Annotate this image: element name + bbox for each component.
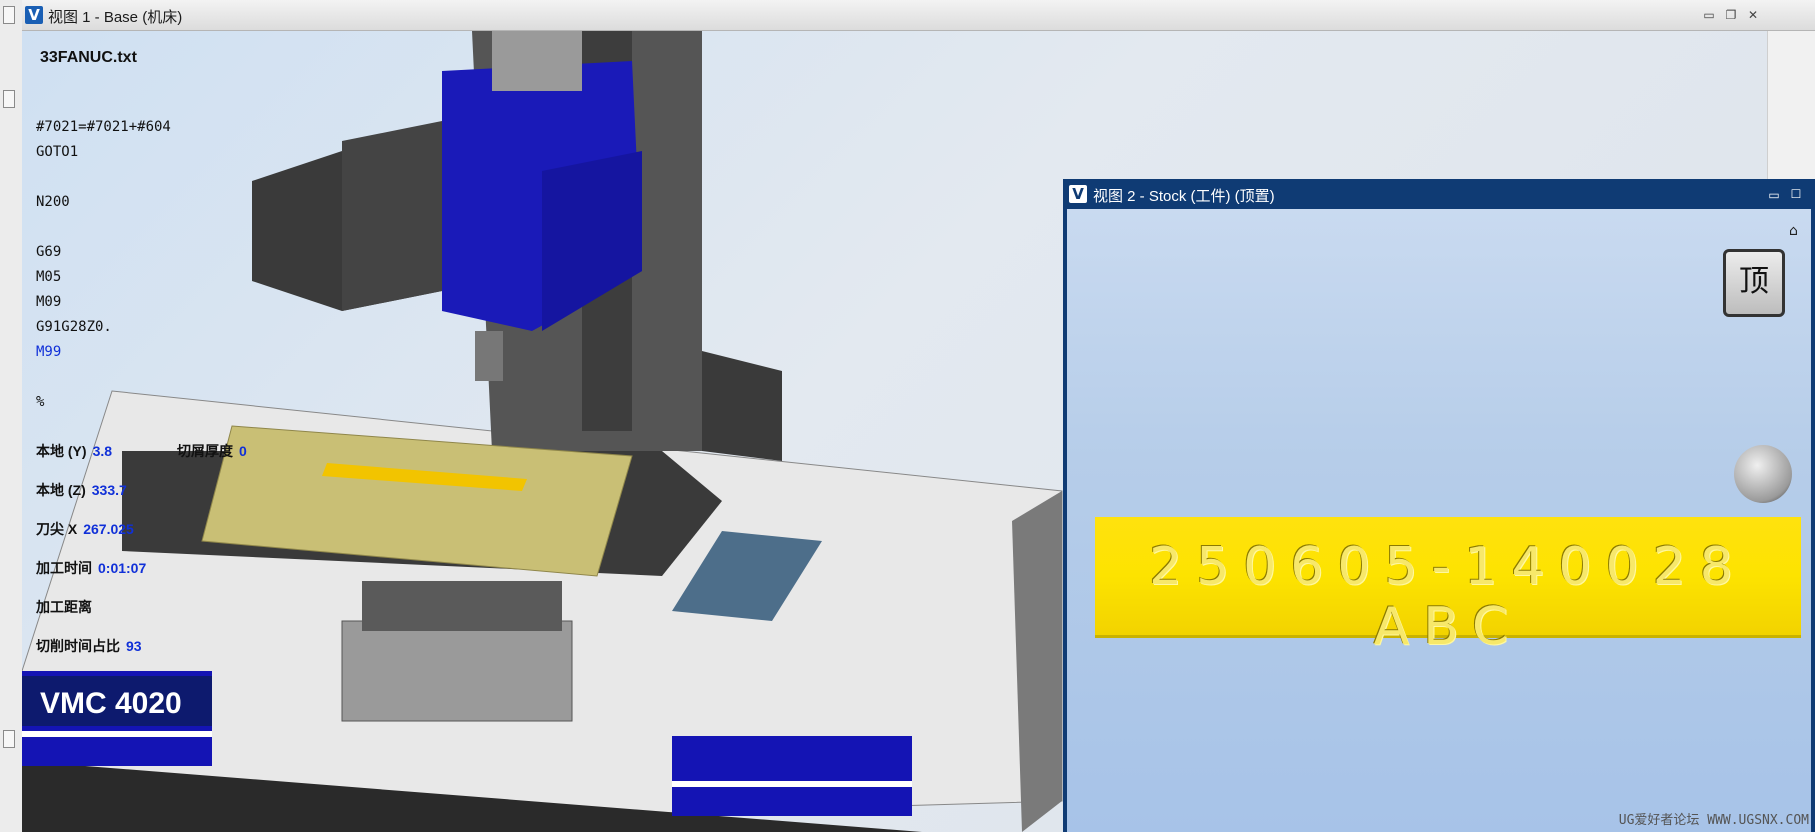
view-cube[interactable]: 顶 — [1723, 249, 1785, 317]
nc-line: GOTO1 — [36, 144, 79, 160]
left-toolbar-strip — [0, 0, 23, 832]
stat-value: 3.8 — [92, 443, 113, 459]
stat-chip-thickness: 切屑厚度 0 — [177, 441, 247, 461]
vericut-logo-icon: V — [1069, 185, 1087, 203]
stat-tool-tip-x: 刀尖 X 267.025 — [36, 519, 134, 539]
stat-label: 本地 (Z) — [36, 482, 86, 498]
view1-titlebar[interactable]: V 视图 1 - Base (机床) ▭ ❐ ✕ — [22, 0, 1815, 31]
toolbar-tab-icon[interactable] — [3, 730, 15, 748]
nc-line: % — [36, 394, 45, 410]
minimize-icon[interactable]: ▭ — [1702, 9, 1716, 21]
maximize-icon[interactable]: ☐ — [1789, 188, 1803, 200]
stat-value: 0:01:07 — [98, 560, 147, 576]
stat-value: 93 — [126, 638, 142, 654]
forum-watermark: UG爱好者论坛 WWW.UGSNX.COM — [1618, 813, 1809, 828]
nc-line: G91G28Z0. — [36, 319, 112, 335]
stat-label: 切削时间占比 — [36, 638, 120, 654]
stat-label: 加工时间 — [36, 560, 92, 576]
stat-value: 333.7 — [91, 482, 127, 498]
minimize-icon[interactable]: ▭ — [1767, 189, 1781, 201]
restore-icon[interactable]: ❐ — [1724, 9, 1738, 21]
orbit-ball-icon[interactable] — [1734, 445, 1792, 503]
engraving-text: 250605-140028 ABC — [1149, 537, 1747, 657]
view1-title: 视图 1 - Base (机床) — [48, 9, 183, 26]
stat-label: 刀尖 X — [36, 521, 78, 537]
view2-title: 视图 2 - Stock (工件) (顶置) — [1093, 188, 1275, 205]
nc-line: M05 — [36, 269, 62, 285]
stat-cutting-time-ratio: 切削时间占比 93 — [36, 636, 142, 656]
toolbar-tab-icon[interactable] — [3, 6, 15, 24]
toolbar-tab-icon[interactable] — [3, 90, 15, 108]
stat-value: 267.025 — [83, 521, 134, 537]
nc-line: G69 — [36, 244, 62, 260]
view2-titlebar[interactable]: V 视图 2 - Stock (工件) (顶置) ▭ ☐ — [1063, 179, 1815, 209]
stat-local-y: 本地 (Y) 3.8 — [36, 441, 112, 461]
stat-machining-time: 加工时间 0:01:07 — [36, 558, 146, 578]
nc-line: M09 — [36, 294, 62, 310]
view2-window: V 视图 2 - Stock (工件) (顶置) ▭ ☐ ⌂ 顶 250605-… — [1063, 179, 1815, 832]
close-icon[interactable]: ✕ — [1746, 9, 1760, 21]
machine-label: VMC 4020 — [40, 687, 182, 720]
nc-line: #7021=#7021+#604 — [36, 119, 171, 135]
home-icon[interactable]: ⌂ — [1789, 223, 1798, 239]
stat-local-z: 本地 (Z) 333.7 — [36, 480, 127, 500]
stat-label: 加工距离 — [36, 599, 92, 615]
nc-file-name: 33FANUC.txt — [40, 49, 137, 66]
stat-label: 本地 (Y) — [36, 443, 87, 459]
view-cube-top-label: 顶 — [1739, 264, 1769, 299]
nc-line: N200 — [36, 194, 70, 210]
view2-3d-viewport[interactable]: ⌂ 顶 250605-140028 ABC — [1067, 209, 1811, 832]
vericut-logo-icon: V — [25, 6, 43, 24]
stat-label: 切屑厚度 — [177, 443, 233, 459]
stat-machining-distance: 加工距离 — [36, 597, 98, 617]
stock-engraving-plate: 250605-140028 ABC — [1095, 517, 1801, 657]
nc-line: M99 — [36, 344, 62, 360]
stat-value: 0 — [239, 443, 247, 459]
